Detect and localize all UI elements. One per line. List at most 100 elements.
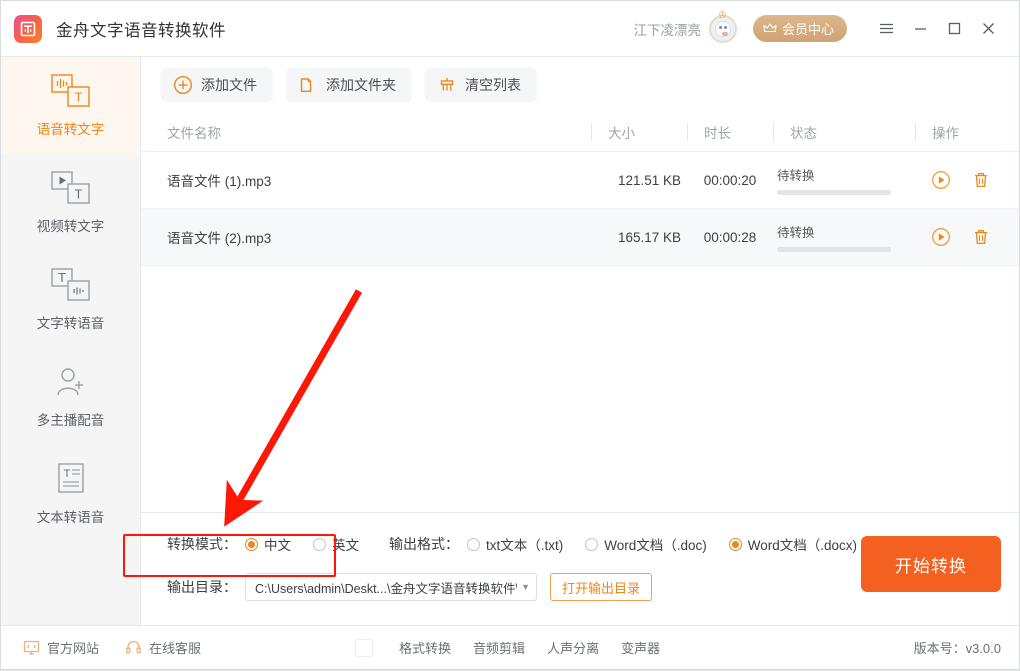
window-controls [869, 13, 1005, 45]
column-header-name: 文件名称 [167, 125, 221, 141]
progress-bar [777, 247, 891, 252]
hamburger-icon[interactable] [869, 13, 903, 45]
footer-tool-audio-edit[interactable]: 音频剪辑 [473, 638, 525, 657]
radio-dot [313, 537, 326, 551]
format-option-docx[interactable]: Word文档（.docx) [728, 534, 858, 554]
mode-option-english[interactable]: 英文 [313, 534, 359, 554]
broom-icon [440, 77, 454, 90]
sidebar-item-label: 文本转语音 [36, 509, 105, 525]
table-row[interactable]: 语音文件 (1).mp3 121.51 KB 00:00:20 待转换 [141, 152, 1019, 209]
column-header-status: 状态 [773, 122, 915, 141]
file-size-cell: 121.51 KB [617, 172, 681, 188]
vip-center-button[interactable]: 会员中心 [752, 15, 847, 42]
format-option-label: Word文档（.docx) [747, 538, 858, 553]
official-website-label: 官方网站 [47, 641, 100, 656]
sidebar-item-video-to-text[interactable]: T 视频转文字 [1, 154, 140, 251]
add-file-button[interactable]: 添加文件 [161, 67, 273, 102]
sidebar-item-textfile-to-speech[interactable]: T 文本转语音 [1, 445, 140, 542]
svg-text:T: T [63, 468, 70, 480]
output-dir-label: 输出目录： [167, 579, 237, 595]
text-to-audio-icon: T [50, 267, 91, 302]
svg-text:T: T [74, 186, 82, 201]
footer-tool-voice-changer[interactable]: 变声器 [621, 638, 660, 657]
settings-panel: 转换模式： 中文 英文 输出格式： txt文本（.txt) Word文档（.do… [141, 512, 1019, 625]
table-body: 语音文件 (1).mp3 121.51 KB 00:00:20 待转换 语音文件… [141, 152, 1019, 512]
format-label: 输出格式： [389, 536, 459, 552]
sidebar: T 语音转文字 T 视频转文字 T 文字转语音 多主播配音 T 文本转语音 [1, 56, 141, 625]
table-header-row: 文件名称 大小 时长 状态 操作 [141, 112, 1019, 152]
output-dir-select[interactable]: C:\Users\admin\Deskt...\金舟文字语音转换软件\ ▼ [245, 573, 537, 601]
file-status-cell: 待转换 [773, 165, 915, 195]
sidebar-item-label: 多主播配音 [36, 412, 105, 428]
avatar-nose [721, 31, 728, 36]
minimize-icon[interactable] [903, 13, 937, 45]
mode-option-chinese[interactable]: 中文 [245, 534, 291, 554]
avatar-eye-left [718, 25, 722, 29]
sidebar-item-multi-speaker[interactable]: 多主播配音 [1, 348, 140, 445]
main-panel: 添加文件 添加文件夹 清空列表 文件名称 大小 时长 状态 操作 语音文件 (1… [141, 56, 1019, 625]
play-circle-icon[interactable] [931, 170, 951, 190]
file-table: 文件名称 大小 时长 状态 操作 语音文件 (1).mp3 121.51 KB … [141, 112, 1019, 512]
svg-text:T: T [74, 89, 82, 104]
folder-icon [300, 77, 312, 92]
footer-tools: 格式转换 音频剪辑 人声分离 变声器 [355, 638, 660, 657]
footer-tool-format-convert[interactable]: 格式转换 [399, 638, 451, 657]
format-option-label: txt文本（.txt) [486, 538, 564, 553]
sidebar-item-text-to-audio[interactable]: T 文字转语音 [1, 251, 140, 348]
svg-text:T: T [58, 270, 66, 285]
username-label[interactable]: 江下凌漂亮 [633, 19, 701, 39]
clear-list-button[interactable]: 清空列表 [425, 67, 537, 102]
column-header-action: 操作 [915, 122, 1007, 141]
radio-dot [728, 537, 742, 551]
status-badge: 待转换 [777, 169, 815, 183]
multi-speaker-icon [54, 365, 88, 399]
format-option-txt[interactable]: txt文本（.txt) [467, 534, 563, 554]
play-circle-icon[interactable] [931, 227, 951, 247]
audio-to-text-icon: T [50, 73, 91, 108]
format-radio-group: txt文本（.txt) Word文档（.doc) Word文档（.docx) [467, 534, 857, 554]
vip-center-label: 会员中心 [781, 22, 834, 37]
sidebar-item-audio-to-text[interactable]: T 语音转文字 [1, 57, 140, 154]
mode-radio-group: 中文 英文 [245, 534, 359, 554]
trash-icon[interactable] [971, 227, 991, 247]
video-to-text-icon: T [50, 170, 91, 205]
trash-icon[interactable] [971, 170, 991, 190]
monitor-icon [23, 640, 40, 655]
maximize-icon[interactable] [937, 13, 971, 45]
close-icon[interactable] [971, 13, 1005, 45]
format-option-doc[interactable]: Word文档（.doc) [585, 534, 707, 554]
radio-dot [585, 537, 599, 551]
add-folder-button[interactable]: 添加文件夹 [286, 67, 412, 102]
text-file-to-speech-icon: T [56, 462, 86, 496]
file-status-cell: 待转换 [773, 222, 915, 252]
version-label: 版本号：v3.0.0 [913, 641, 1001, 656]
user-avatar-icon[interactable]: ♔ [708, 10, 737, 43]
start-convert-button[interactable]: 开始转换 [861, 536, 1001, 592]
open-output-dir-label: 打开输出目录 [562, 580, 641, 596]
file-name-cell: 语音文件 (1).mp3 [167, 174, 272, 189]
sidebar-item-label: 语音转文字 [36, 121, 105, 137]
open-output-dir-button[interactable]: 打开输出目录 [550, 573, 653, 601]
mode-option-label: 英文 [332, 538, 359, 553]
crown-icon [763, 23, 777, 33]
online-support-label: 在线客服 [149, 641, 202, 656]
mode-option-label: 中文 [264, 538, 291, 553]
title-bar: 金舟文字语音转换软件 江下凌漂亮 ♔ 会员中心 [1, 1, 1019, 56]
table-row[interactable]: 语音文件 (2).mp3 165.17 KB 00:00:28 待转换 [141, 209, 1019, 266]
radio-dot [467, 537, 480, 551]
footer-tool-vocal-separate[interactable]: 人声分离 [547, 638, 599, 657]
status-badge: 待转换 [777, 226, 815, 240]
progress-bar [777, 190, 891, 195]
avatar-eye-right [723, 25, 727, 29]
official-website-link[interactable]: 官方网站 [23, 638, 99, 657]
output-dir-value: C:\Users\admin\Deskt...\金舟文字语音转换软件\ [255, 581, 518, 596]
column-header-duration: 时长 [687, 122, 773, 141]
online-support-link[interactable]: 在线客服 [125, 638, 201, 657]
status-bar: 官方网站 在线客服 格式转换 音频剪辑 人声分离 变声器 版本号：v3.0.0 [1, 625, 1019, 669]
titlebar-right-group: 江下凌漂亮 ♔ 会员中心 [633, 10, 1005, 45]
file-name-cell: 语音文件 (2).mp3 [167, 231, 272, 246]
file-size-cell: 165.17 KB [617, 229, 681, 245]
clear-list-label: 清空列表 [465, 76, 521, 93]
app-title: 金舟文字语音转换软件 [56, 21, 226, 40]
column-header-size: 大小 [591, 122, 687, 141]
